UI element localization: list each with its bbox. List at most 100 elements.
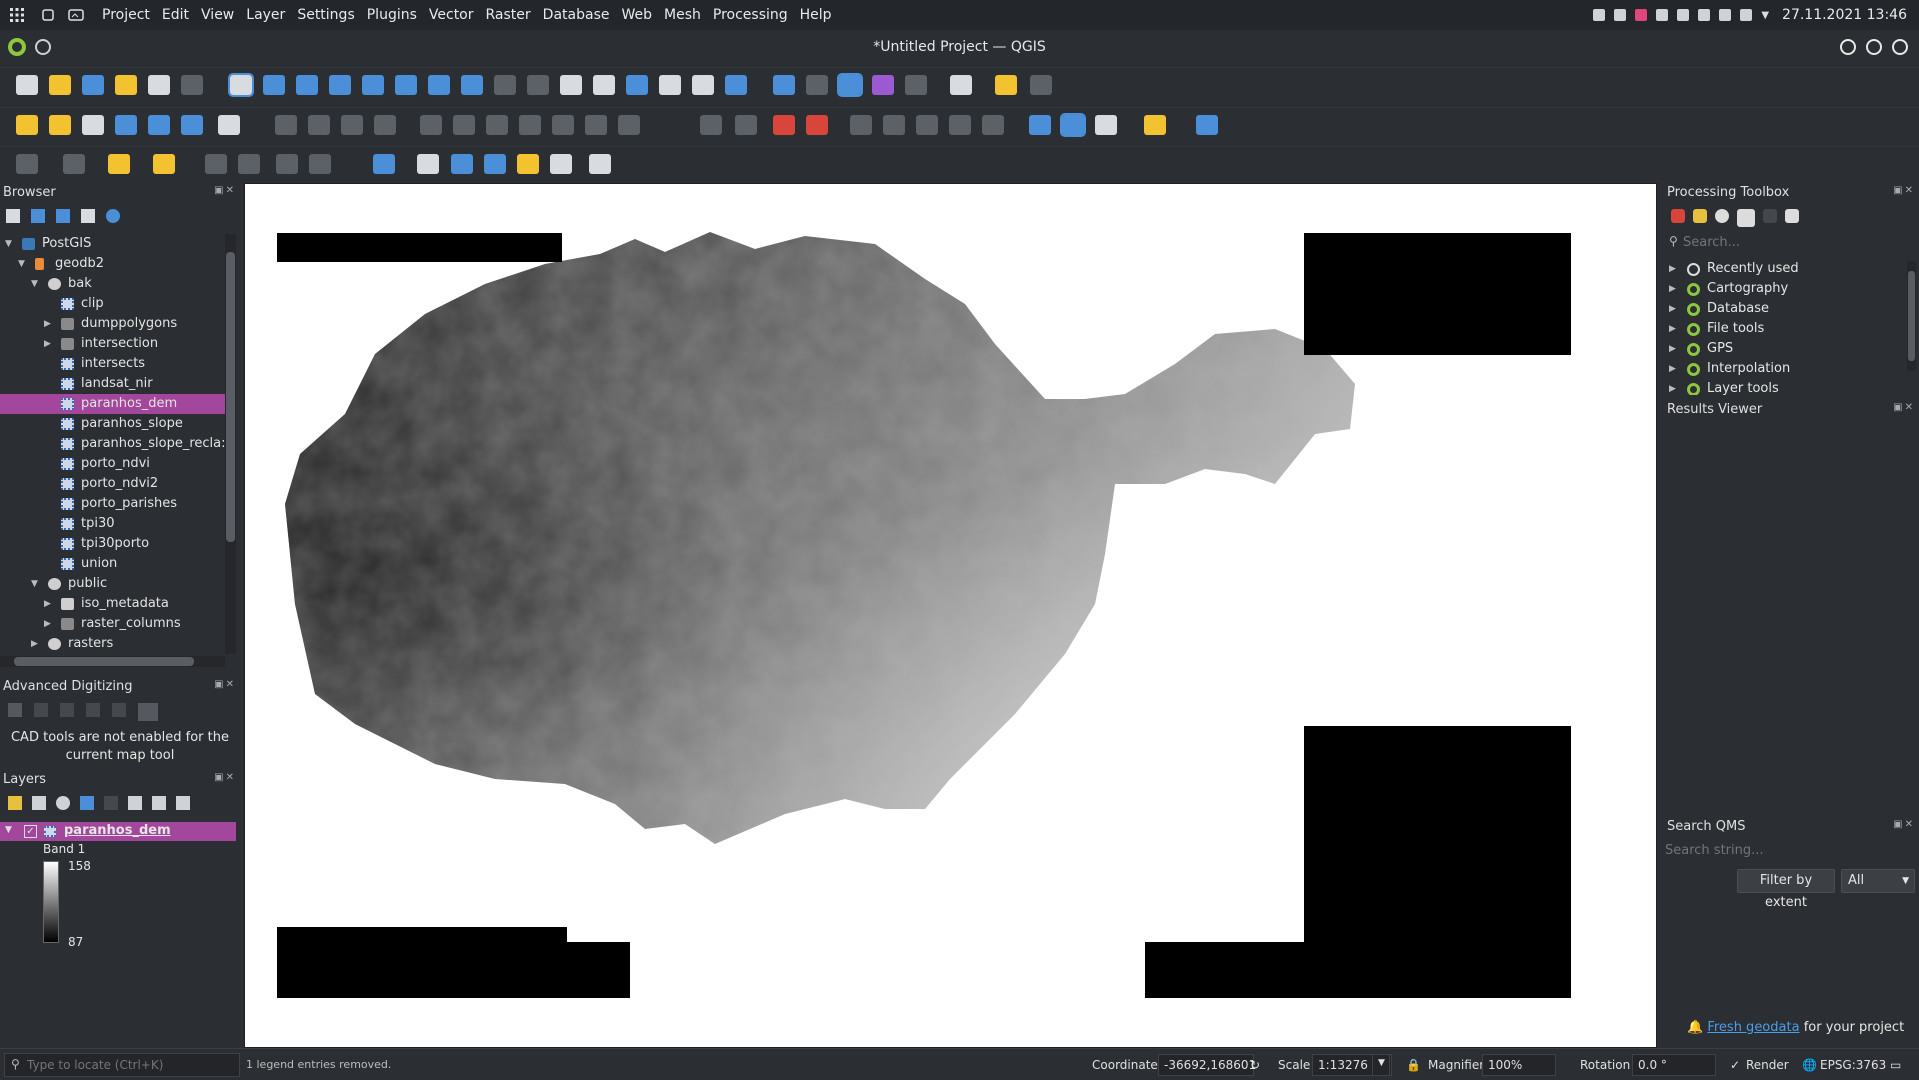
redo-icon[interactable] — [618, 115, 640, 135]
measure-line-icon[interactable] — [950, 75, 972, 95]
change-label-icon[interactable] — [916, 115, 938, 135]
add-selected-layers-icon[interactable] — [6, 209, 20, 223]
layer-row-paranhos-dem[interactable]: ▼ ✓ paranhos_dem — [0, 822, 236, 841]
filter-expression-icon[interactable] — [104, 796, 118, 810]
browser-item-union[interactable]: union — [0, 554, 225, 574]
layers-dock-buttons[interactable]: ▣✕ — [214, 772, 236, 783]
identify-features-icon[interactable] — [773, 75, 795, 95]
qms-dock-buttons[interactable]: ▣✕ — [1893, 819, 1915, 830]
text-annotation-icon[interactable] — [373, 154, 395, 174]
browser-item-porto-ndvi[interactable]: porto_ndvi — [0, 454, 225, 474]
new-3d-view-icon[interactable] — [593, 75, 615, 95]
collapse-arrow-icon[interactable]: ▼ — [18, 254, 28, 274]
pan-map-icon[interactable] — [228, 73, 254, 97]
volume-icon[interactable] — [1677, 9, 1690, 21]
browser-item-iso-metadata[interactable]: ▶ iso_metadata — [0, 594, 225, 614]
expand-arrow-icon[interactable]: ▶ — [44, 314, 54, 334]
browser-item-clip[interactable]: clip — [0, 294, 225, 314]
tray-app-icon[interactable] — [1614, 9, 1627, 21]
new-shapefile-layer-icon[interactable] — [82, 115, 104, 135]
delete-selected-icon[interactable] — [453, 115, 475, 135]
select-features-icon[interactable] — [417, 154, 439, 174]
help-icon[interactable] — [1196, 115, 1218, 135]
digitize-icon[interactable] — [16, 154, 38, 174]
show-bookmarks-icon[interactable] — [659, 75, 681, 95]
provider-database[interactable]: ▶ Database — [1661, 299, 1905, 319]
collapse-arrow-icon[interactable]: ▼ — [5, 234, 15, 254]
text-format-icon[interactable] — [550, 154, 572, 174]
app-grid-icon[interactable] — [0, 0, 34, 30]
perpendicular-icon[interactable] — [86, 703, 100, 717]
locator-box[interactable]: ⚲ — [4, 1053, 240, 1077]
browser-hscrollbar[interactable] — [0, 656, 225, 667]
new-virtual-layer-icon[interactable] — [181, 115, 203, 135]
messages-icon[interactable]: ▭ — [1890, 1058, 1901, 1072]
remove-layer-icon[interactable] — [176, 796, 190, 810]
provider-interpolation[interactable]: ▶ Interpolation — [1661, 359, 1905, 379]
menu-raster[interactable]: Raster — [480, 0, 537, 30]
merge-features-icon[interactable] — [238, 154, 260, 174]
expand-arrow-icon[interactable]: ▶ — [44, 594, 54, 614]
provider-recently-used[interactable]: ▶ Recently used — [1661, 259, 1905, 279]
tray-app-red-icon[interactable] — [1635, 9, 1648, 21]
filter-by-extent-button[interactable]: Filter by extent — [1737, 869, 1835, 910]
python-scripts-icon[interactable] — [1693, 209, 1707, 223]
browser-item-dumppolygons[interactable]: ▶ dumppolygons — [0, 314, 225, 334]
results-dock-buttons[interactable]: ▣✕ — [1893, 402, 1915, 413]
layout-manager-icon[interactable] — [148, 75, 170, 95]
browser-item-intersection[interactable]: ▶ intersection — [0, 334, 225, 354]
menu-help[interactable]: Help — [794, 0, 838, 30]
maximize-icon[interactable] — [1866, 39, 1882, 55]
qms-search-input[interactable] — [1665, 840, 1915, 860]
collapse-arrow-icon[interactable]: ▼ — [31, 574, 41, 594]
expand-arrow-icon[interactable]: ▶ — [31, 634, 41, 654]
offset-curve-icon[interactable] — [309, 154, 331, 174]
new-mesh-layer-icon[interactable] — [218, 115, 240, 135]
history-icon[interactable] — [1715, 209, 1729, 223]
open-layer-styling-icon[interactable] — [8, 796, 22, 810]
attribute-table-icon[interactable] — [905, 75, 927, 95]
style-manager-icon[interactable] — [181, 75, 203, 95]
terminal-icon[interactable] — [62, 0, 90, 30]
scale-dropdown-icon[interactable]: ▼ — [1372, 1054, 1390, 1076]
menu-edit[interactable]: Edit — [156, 0, 195, 30]
open-project-icon[interactable] — [49, 75, 71, 95]
add-group-icon[interactable] — [32, 796, 46, 810]
wms-icon[interactable] — [1060, 113, 1086, 137]
enable-cad-icon[interactable] — [8, 703, 22, 717]
new-spatialite-layer-icon[interactable] — [115, 115, 137, 135]
collapse-all-icon[interactable] — [81, 209, 95, 223]
menu-processing[interactable]: Processing — [707, 0, 794, 30]
browser-item-paranhos-dem[interactable]: paranhos_dem — [0, 394, 225, 414]
browser-scrollbar[interactable] — [225, 234, 236, 654]
refresh-browser-icon[interactable] — [31, 209, 45, 223]
paste-features-icon[interactable] — [552, 115, 574, 135]
toggle-extents-icon[interactable]: ↻ — [1250, 1058, 1260, 1072]
coordinate-field[interactable]: -36692,168601 — [1158, 1054, 1256, 1076]
menu-view[interactable]: View — [195, 0, 240, 30]
cad-settings-icon[interactable] — [112, 703, 126, 717]
browser-item-public[interactable]: ▼ public — [0, 574, 225, 594]
browser-item-raster-columns[interactable]: ▶ raster_columns — [0, 614, 225, 634]
pin-labels-icon[interactable] — [735, 115, 757, 135]
collapse-all-layers-icon[interactable] — [152, 796, 166, 810]
move-label-icon[interactable] — [850, 115, 872, 135]
locator-input[interactable] — [27, 1056, 237, 1074]
provider-gps[interactable]: ▶ GPS — [1661, 339, 1905, 359]
browser-item-porto-ndvi2[interactable]: porto_ndvi2 — [0, 474, 225, 494]
construction-mode-icon[interactable] — [34, 703, 48, 717]
processing-toolbox-icon[interactable] — [837, 73, 863, 97]
browser-dock-buttons[interactable]: ▣✕ — [214, 185, 236, 196]
map-canvas[interactable] — [244, 183, 1657, 1048]
filter-legend-icon[interactable] — [80, 796, 94, 810]
settings-cog-icon[interactable] — [1030, 75, 1052, 95]
vertex-tool-icon[interactable] — [420, 115, 442, 135]
expand-arrow-icon[interactable]: ▶ — [44, 334, 54, 354]
filter-browser-icon[interactable] — [56, 209, 70, 223]
clipboard-icon[interactable] — [1656, 9, 1669, 21]
zoom-full-icon[interactable] — [362, 75, 384, 95]
browser-item-bak[interactable]: ▼ bak — [0, 274, 225, 294]
statistical-summary-icon[interactable] — [872, 75, 894, 95]
open-attribute-table-icon[interactable] — [806, 75, 828, 95]
browser-item-paranhos-slope-recla-[interactable]: paranhos_slope_recla: — [0, 434, 225, 454]
